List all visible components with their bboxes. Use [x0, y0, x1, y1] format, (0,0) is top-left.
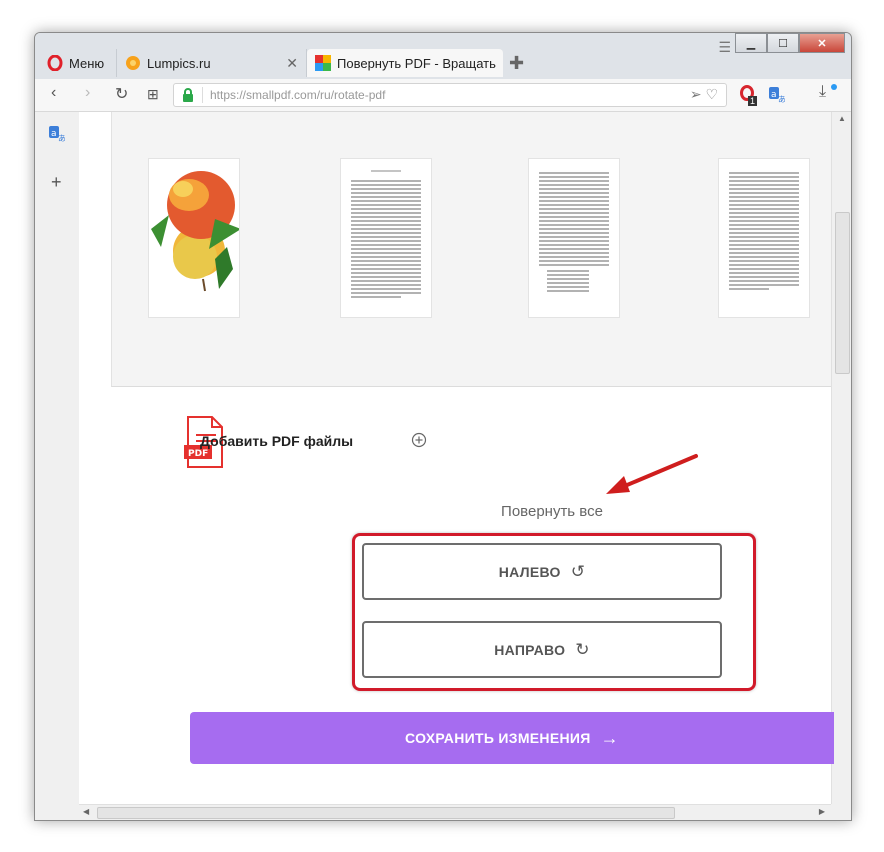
rotate-left-button[interactable]: НАЛЕВО ↺ [362, 543, 722, 600]
rotate-right-button[interactable]: НАПРАВО ↻ [362, 621, 722, 678]
download-dot [831, 84, 837, 90]
svg-text:PDF: PDF [188, 449, 208, 459]
smallpdf-icon [315, 55, 331, 71]
badge-count: 1 [748, 96, 758, 106]
rotate-left-label: НАЛЕВО [498, 563, 561, 580]
red-arrow-annotation [606, 454, 698, 494]
thumbnail-page-2[interactable] [340, 158, 432, 318]
save-changes-label: СОХРАНИТЬ ИЗМЕНЕНИЯ [405, 730, 591, 746]
tab-menu-icon[interactable]: ☰ [718, 39, 731, 56]
thumbnail-page-4[interactable] [718, 158, 810, 318]
speed-dial-icon[interactable]: ⊞ [147, 86, 159, 103]
tab-rotate-pdf[interactable]: Повернуть PDF - Вращать [307, 49, 503, 77]
apples-image [151, 171, 241, 292]
url-text: https://smallpdf.com/ru/rotate-pdf [210, 88, 386, 102]
send-heart-icons[interactable]: ➢ ♡ [690, 86, 718, 103]
text-page-image [351, 170, 421, 298]
translate-sidebar-icon[interactable]: a あ [49, 126, 65, 142]
new-tab-icon[interactable]: ✚ [509, 53, 524, 74]
close-window-button[interactable]: ✕ [799, 33, 845, 53]
tab-label: Меню [69, 55, 105, 71]
scroll-right-icon[interactable]: ▶ [819, 807, 825, 816]
hscroll-thumb[interactable] [97, 807, 675, 819]
add-panel-icon[interactable]: + [51, 172, 62, 193]
rotate-right-label: НАПРАВО [494, 641, 566, 658]
rotate-cw-icon: ↻ [575, 639, 590, 659]
rotate-all-label: Повернуть все [501, 503, 603, 520]
forward-icon[interactable]: › [85, 84, 90, 102]
text-page-image [539, 172, 609, 292]
translate-icon[interactable]: a あ [769, 87, 785, 103]
thumbnail-apples[interactable] [148, 158, 241, 318]
window-controls: ▁ ☐ ✕ [735, 33, 845, 53]
scroll-thumb[interactable] [835, 212, 850, 374]
tab-label: Повернуть PDF - Вращать [337, 55, 496, 71]
tab-bar: Меню Lumpics.ru ✕ Повернуть PDF - Вращат… [35, 33, 851, 79]
minimize-button[interactable]: ▁ [735, 33, 767, 53]
close-tab-icon[interactable]: ✕ [286, 55, 298, 72]
toolbar: ‹ › ↻ ⊞ https://smallpdf.com/ru/rotate-p… [35, 79, 851, 112]
svg-text:あ: あ [58, 134, 65, 142]
tab-menu[interactable]: Меню [39, 49, 117, 77]
svg-text:a: a [771, 90, 777, 100]
download-icon[interactable]: ⤓ [819, 83, 826, 101]
scroll-up-icon[interactable]: ▲ [838, 114, 846, 123]
svg-text:あ: あ [778, 95, 785, 103]
back-icon[interactable]: ‹ [51, 84, 56, 102]
orange-icon [126, 56, 140, 70]
save-changes-button[interactable]: СОХРАНИТЬ ИЗМЕНЕНИЯ → [190, 712, 834, 764]
rotate-ccw-icon: ↺ [570, 561, 586, 581]
horizontal-scrollbar[interactable]: ◀ ▶ [79, 804, 831, 820]
add-circle-icon[interactable] [411, 432, 427, 448]
address-bar[interactable]: https://smallpdf.com/ru/rotate-pdf ➢ ♡ [173, 83, 727, 107]
page-thumbnails [111, 112, 831, 387]
thumbnail-page-3[interactable] [528, 158, 620, 318]
lock-icon [183, 88, 193, 102]
tab-label: Lumpics.ru [147, 55, 211, 71]
opera-icon [47, 55, 63, 71]
vertical-scrollbar[interactable]: ▲ [831, 112, 851, 804]
scroll-left-icon[interactable]: ◀ [83, 807, 89, 816]
text-page-image [729, 172, 799, 290]
browser-window: Меню Lumpics.ru ✕ Повернуть PDF - Вращат… [34, 32, 852, 821]
svg-text:a: a [51, 129, 57, 139]
arrow-right-icon: → [600, 727, 619, 748]
reload-icon[interactable]: ↻ [115, 84, 128, 104]
add-pdf-files-link[interactable]: Добавить PDF файлы [200, 433, 353, 449]
maximize-button[interactable]: ☐ [767, 33, 799, 53]
sidebar: a あ + [35, 112, 79, 804]
tab-lumpics[interactable]: Lumpics.ru ✕ [117, 49, 307, 77]
